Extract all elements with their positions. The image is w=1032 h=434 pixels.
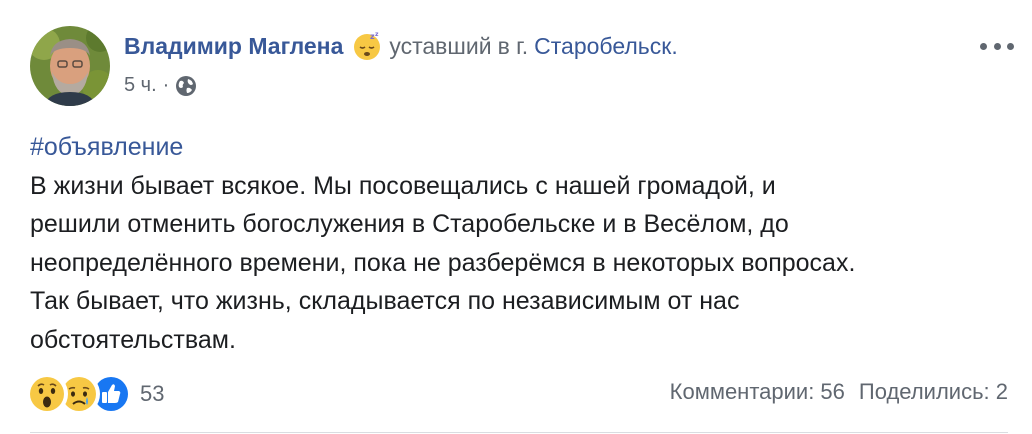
post-timestamp[interactable]: 5 ч. — [124, 74, 157, 97]
post-stats: Комментарии: 56 Поделились: 2 — [670, 379, 1008, 405]
globe-icon[interactable] — [175, 75, 197, 97]
comments-count-link[interactable]: Комментарии: 56 — [670, 379, 845, 405]
sleepy-face-icon: z z — [351, 30, 383, 62]
post-text-line: обстоятельствам. — [30, 325, 236, 354]
post-text: В жизни бывает всякое. Мы посовещались с… — [30, 167, 1020, 360]
avatar[interactable] — [30, 26, 110, 106]
post-body: #объявление В жизни бывает всякое. Мы по… — [30, 128, 1020, 360]
post-text-line: В жизни бывает всякое. Мы посовещались с… — [30, 171, 776, 200]
wow-icon — [26, 373, 68, 415]
facebook-post: Владимир Маглена z z уставший в г. Старо… — [0, 0, 1032, 434]
divider — [30, 432, 1008, 433]
post-text-line: решили отменить богослужения в Старобель… — [30, 210, 789, 239]
hashtag-link[interactable]: #объявление — [30, 128, 1020, 167]
shares-count-link[interactable]: Поделились: 2 — [859, 379, 1008, 405]
post-text-line: Так бывает, что жизнь, складывается по н… — [30, 287, 740, 316]
svg-text:z: z — [375, 31, 379, 38]
location-prefix: в г. — [497, 32, 529, 59]
more-options-icon[interactable] — [980, 36, 1014, 56]
reactions-summary[interactable]: 53 — [26, 372, 164, 416]
post-text-line: неопределённого времени, пока не разберё… — [30, 248, 856, 277]
post-header: Владимир Маглена z z уставший в г. Старо… — [124, 30, 678, 62]
feeling-text: уставший — [389, 32, 492, 59]
location-link[interactable]: Старобельск. — [534, 33, 678, 60]
author-name[interactable]: Владимир Маглена — [124, 33, 343, 60]
post-meta: 5 ч. · — [124, 74, 197, 97]
reaction-count[interactable]: 53 — [140, 381, 164, 407]
meta-separator: · — [162, 74, 170, 96]
